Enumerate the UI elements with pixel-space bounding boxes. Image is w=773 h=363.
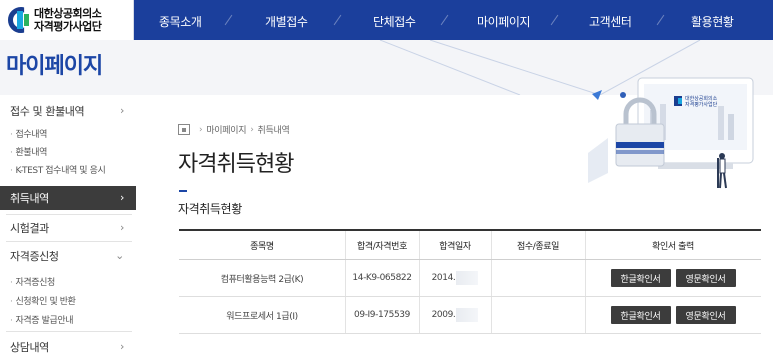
sidebar-item-label: 접수 및 환불내역 bbox=[10, 105, 85, 118]
cell-name: 컴퓨터활용능력 2급(K) bbox=[220, 274, 304, 285]
top-navigation: 대한상공회의소 자격평가사업단 종목소개 개별접수 단체접수 마이페이지 고객센… bbox=[0, 0, 773, 40]
page-heading: 마이페이지 bbox=[6, 54, 103, 79]
sidebar-item-label: 상담내역 bbox=[10, 341, 49, 354]
nav-separator bbox=[224, 14, 233, 26]
english-certificate-button[interactable]: 영문확인서 bbox=[675, 269, 736, 287]
logo-mark-icon bbox=[8, 7, 30, 33]
cell-number: 09-I9-175539 bbox=[354, 310, 410, 320]
table-header: 종목명 합격/자격번호 합격일자 점수/종료일 확인서 출력 bbox=[179, 229, 761, 260]
chevron-right-icon: › bbox=[120, 340, 124, 353]
home-icon[interactable] bbox=[178, 124, 190, 135]
section-title: 자격취득현황 bbox=[178, 202, 242, 216]
table-row: 컴퓨터활용능력 2급(K) 14-K9-065822 2014. 한글확인서 영… bbox=[179, 260, 761, 297]
acquisition-table: 종목명 합격/자격번호 합격일자 점수/종료일 확인서 출력 컴퓨터활용능력 2… bbox=[179, 229, 761, 334]
cell-score bbox=[491, 260, 585, 296]
breadcrumb-mypage[interactable]: 마이페이지 bbox=[206, 123, 246, 136]
breadcrumb-separator: › bbox=[199, 124, 203, 135]
cell-date-value: 2009. bbox=[431, 310, 456, 320]
redacted-blur bbox=[456, 271, 479, 285]
nav-item-group[interactable]: 단체접수 bbox=[373, 13, 416, 30]
nav-item-intro[interactable]: 종목소개 bbox=[159, 13, 202, 30]
sidebar-item-consult[interactable]: 상담내역 › bbox=[0, 335, 136, 359]
section-accent bbox=[179, 190, 187, 192]
sidebar-sub-cert-check[interactable]: 신청확인 및 반환 bbox=[10, 294, 75, 307]
sidebar-item-label: 자격증신청 bbox=[10, 250, 59, 263]
chevron-right-icon: › bbox=[120, 104, 124, 117]
chevron-right-icon: › bbox=[120, 191, 124, 204]
redacted-blur bbox=[456, 308, 479, 322]
security-illustration: 대한상공회의소 자격평가사업단 bbox=[588, 77, 754, 189]
logo-line1: 대한상공회의소 bbox=[34, 7, 102, 20]
sidebar-item-results[interactable]: 시험결과 › bbox=[0, 216, 136, 240]
sidebar-item-acquired[interactable]: 취득내역 › bbox=[0, 186, 136, 210]
english-certificate-button[interactable]: 영문확인서 bbox=[675, 306, 736, 324]
logo-line2: 자격평가사업단 bbox=[34, 20, 102, 33]
illustration-logo-line1: 대한상공회의소 bbox=[685, 95, 718, 102]
divider bbox=[6, 214, 132, 215]
sidebar-sub-cert-guide[interactable]: 자격증 발급안내 bbox=[10, 313, 73, 326]
table-row: 워드프로세서 1급(I) 09-I9-175539 2009. 한글확인서 영문… bbox=[179, 297, 761, 334]
col-header-number: 합격/자격번호 bbox=[357, 241, 407, 252]
sidebar-sub-applications[interactable]: 접수내역 bbox=[10, 127, 47, 140]
nav-separator bbox=[333, 14, 342, 26]
sidebar-sub-cert-apply[interactable]: 자격증신청 bbox=[10, 275, 55, 288]
nav-item-individual[interactable]: 개별접수 bbox=[265, 13, 308, 30]
cell-date-value: 2014. bbox=[431, 273, 456, 283]
nav-separator bbox=[550, 14, 559, 26]
col-header-print: 확인서 출력 bbox=[652, 241, 694, 252]
nav-item-mypage[interactable]: 마이페이지 bbox=[477, 13, 531, 30]
cell-print: 한글확인서 영문확인서 bbox=[585, 297, 761, 333]
nav-item-support[interactable]: 고객센터 bbox=[589, 13, 632, 30]
site-logo[interactable]: 대한상공회의소 자격평가사업단 bbox=[0, 0, 134, 40]
chevron-down-icon: ⌄ bbox=[115, 249, 124, 262]
breadcrumb-current: 취득내역 bbox=[257, 126, 290, 136]
chevron-right-icon: › bbox=[120, 221, 124, 234]
korean-certificate-button[interactable]: 한글확인서 bbox=[610, 306, 671, 324]
sidebar-item-applications[interactable]: 접수 및 환불내역 › bbox=[0, 99, 136, 123]
cell-print: 한글확인서 영문확인서 bbox=[585, 260, 761, 296]
col-header-date: 합격일자 bbox=[439, 241, 471, 252]
nav-item-usage[interactable]: 활용현황 bbox=[691, 13, 734, 30]
cell-date: 2014. bbox=[419, 260, 491, 296]
sidebar: 접수 및 환불내역 › 접수내역 환불내역 K-TEST 접수내역 및 응시 취… bbox=[0, 95, 136, 363]
cell-date: 2009. bbox=[419, 297, 491, 333]
cell-number: 14-K9-065822 bbox=[352, 273, 412, 283]
sidebar-item-certificate[interactable]: 자격증신청 ⌄ bbox=[0, 244, 136, 268]
page-title: 자격취득현황 bbox=[178, 152, 294, 177]
breadcrumb: › 마이페이지 › 취득내역 bbox=[178, 123, 290, 136]
sidebar-item-label: 시험결과 bbox=[10, 222, 49, 235]
nav-separator bbox=[440, 14, 449, 26]
illustration-logo-line2: 자격평가사업단 bbox=[685, 101, 718, 108]
divider bbox=[6, 331, 132, 332]
breadcrumb-separator: › bbox=[250, 124, 254, 135]
korean-certificate-button[interactable]: 한글확인서 bbox=[610, 269, 671, 287]
cell-score bbox=[491, 297, 585, 333]
sidebar-item-label: 취득내역 bbox=[10, 192, 49, 205]
nav-separator bbox=[656, 14, 665, 26]
sidebar-sub-refunds[interactable]: 환불내역 bbox=[10, 145, 47, 158]
col-header-name: 종목명 bbox=[250, 241, 274, 252]
divider bbox=[6, 241, 132, 242]
sidebar-sub-ktest[interactable]: K-TEST 접수내역 및 응시 bbox=[10, 163, 105, 176]
cell-name: 워드프로세서 1급(I) bbox=[226, 311, 298, 322]
col-header-score: 점수/종료일 bbox=[516, 241, 560, 252]
